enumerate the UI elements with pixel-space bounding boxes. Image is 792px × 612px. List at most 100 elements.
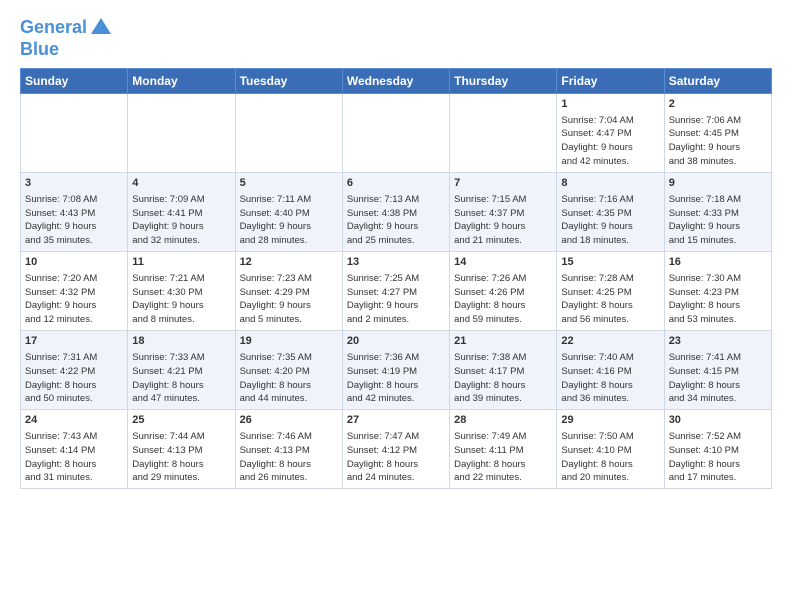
day-number: 27 bbox=[347, 413, 445, 428]
day-cell bbox=[450, 93, 557, 172]
day-info: Sunrise: 7:50 AM Sunset: 4:10 PM Dayligh… bbox=[561, 431, 633, 483]
day-info: Sunrise: 7:41 AM Sunset: 4:15 PM Dayligh… bbox=[669, 352, 741, 404]
day-number: 23 bbox=[669, 334, 767, 349]
day-number: 16 bbox=[669, 255, 767, 270]
day-cell: 28 Sunrise: 7:49 AM Sunset: 4:11 PM Dayli… bbox=[450, 410, 557, 489]
header: General Blue bbox=[20, 16, 772, 60]
day-cell bbox=[235, 93, 342, 172]
week-row-2: 3 Sunrise: 7:08 AM Sunset: 4:43 PM Daylig… bbox=[21, 172, 772, 251]
day-number: 15 bbox=[561, 255, 659, 270]
day-cell: 22 Sunrise: 7:40 AM Sunset: 4:16 PM Dayli… bbox=[557, 331, 664, 410]
day-number: 7 bbox=[454, 176, 552, 191]
day-info: Sunrise: 7:08 AM Sunset: 4:43 PM Dayligh… bbox=[25, 194, 97, 246]
day-cell: 20 Sunrise: 7:36 AM Sunset: 4:19 PM Dayli… bbox=[342, 331, 449, 410]
day-number: 17 bbox=[25, 334, 123, 349]
day-number: 10 bbox=[25, 255, 123, 270]
day-cell: 2 Sunrise: 7:06 AM Sunset: 4:45 PM Daylig… bbox=[664, 93, 771, 172]
day-number: 12 bbox=[240, 255, 338, 270]
day-info: Sunrise: 7:16 AM Sunset: 4:35 PM Dayligh… bbox=[561, 194, 633, 246]
day-cell: 5 Sunrise: 7:11 AM Sunset: 4:40 PM Daylig… bbox=[235, 172, 342, 251]
day-cell: 14Sunrise: 7:26 AM Sunset: 4:26 PM Dayli… bbox=[450, 251, 557, 330]
day-info: Sunrise: 7:21 AM Sunset: 4:30 PM Dayligh… bbox=[132, 273, 204, 325]
day-number: 30 bbox=[669, 413, 767, 428]
day-cell: 1 Sunrise: 7:04 AM Sunset: 4:47 PM Daylig… bbox=[557, 93, 664, 172]
col-header-friday: Friday bbox=[557, 68, 664, 93]
col-header-thursday: Thursday bbox=[450, 68, 557, 93]
day-cell: 11 Sunrise: 7:21 AM Sunset: 4:30 PM Dayli… bbox=[128, 251, 235, 330]
page: General Blue SundayMondayTuesdayWednesda… bbox=[0, 0, 792, 612]
day-number: 13 bbox=[347, 255, 445, 270]
day-cell: 26Sunrise: 7:46 AM Sunset: 4:13 PM Dayli… bbox=[235, 410, 342, 489]
day-cell: 13 Sunrise: 7:25 AM Sunset: 4:27 PM Dayli… bbox=[342, 251, 449, 330]
day-number: 29 bbox=[561, 413, 659, 428]
day-cell bbox=[128, 93, 235, 172]
day-cell bbox=[21, 93, 128, 172]
logo: General Blue bbox=[20, 16, 113, 60]
day-info: Sunrise: 7:06 AM Sunset: 4:45 PM Dayligh… bbox=[669, 115, 741, 167]
day-info: Sunrise: 7:26 AM Sunset: 4:26 PM Dayligh… bbox=[454, 273, 526, 325]
day-info: Sunrise: 7:23 AM Sunset: 4:29 PM Dayligh… bbox=[240, 273, 312, 325]
day-cell: 24 Sunrise: 7:43 AM Sunset: 4:14 PM Dayli… bbox=[21, 410, 128, 489]
day-number: 22 bbox=[561, 334, 659, 349]
day-info: Sunrise: 7:49 AM Sunset: 4:11 PM Dayligh… bbox=[454, 431, 526, 483]
day-number: 11 bbox=[132, 255, 230, 270]
day-info: Sunrise: 7:35 AM Sunset: 4:20 PM Dayligh… bbox=[240, 352, 312, 404]
day-cell: 4 Sunrise: 7:09 AM Sunset: 4:41 PM Daylig… bbox=[128, 172, 235, 251]
week-row-4: 17 Sunrise: 7:31 AM Sunset: 4:22 PM Dayli… bbox=[21, 331, 772, 410]
day-cell: 3 Sunrise: 7:08 AM Sunset: 4:43 PM Daylig… bbox=[21, 172, 128, 251]
week-row-1: 1 Sunrise: 7:04 AM Sunset: 4:47 PM Daylig… bbox=[21, 93, 772, 172]
col-header-monday: Monday bbox=[128, 68, 235, 93]
day-info: Sunrise: 7:40 AM Sunset: 4:16 PM Dayligh… bbox=[561, 352, 633, 404]
day-cell: 6 Sunrise: 7:13 AM Sunset: 4:38 PM Daylig… bbox=[342, 172, 449, 251]
day-cell: 27 Sunrise: 7:47 AM Sunset: 4:12 PM Dayli… bbox=[342, 410, 449, 489]
day-cell: 18 Sunrise: 7:33 AM Sunset: 4:21 PM Dayli… bbox=[128, 331, 235, 410]
day-info: Sunrise: 7:43 AM Sunset: 4:14 PM Dayligh… bbox=[25, 431, 97, 483]
day-cell bbox=[342, 93, 449, 172]
day-number: 18 bbox=[132, 334, 230, 349]
day-cell: 10 Sunrise: 7:20 AM Sunset: 4:32 PM Dayli… bbox=[21, 251, 128, 330]
day-cell: 8Sunrise: 7:16 AM Sunset: 4:35 PM Daylig… bbox=[557, 172, 664, 251]
day-number: 20 bbox=[347, 334, 445, 349]
day-info: Sunrise: 7:11 AM Sunset: 4:40 PM Dayligh… bbox=[240, 194, 312, 246]
day-info: Sunrise: 7:38 AM Sunset: 4:17 PM Dayligh… bbox=[454, 352, 526, 404]
day-info: Sunrise: 7:33 AM Sunset: 4:21 PM Dayligh… bbox=[132, 352, 204, 404]
day-cell: 17 Sunrise: 7:31 AM Sunset: 4:22 PM Dayli… bbox=[21, 331, 128, 410]
day-info: Sunrise: 7:15 AM Sunset: 4:37 PM Dayligh… bbox=[454, 194, 526, 246]
day-info: Sunrise: 7:31 AM Sunset: 4:22 PM Dayligh… bbox=[25, 352, 97, 404]
day-info: Sunrise: 7:09 AM Sunset: 4:41 PM Dayligh… bbox=[132, 194, 204, 246]
day-number: 6 bbox=[347, 176, 445, 191]
day-number: 28 bbox=[454, 413, 552, 428]
day-cell: 19 Sunrise: 7:35 AM Sunset: 4:20 PM Dayli… bbox=[235, 331, 342, 410]
week-row-3: 10 Sunrise: 7:20 AM Sunset: 4:32 PM Dayli… bbox=[21, 251, 772, 330]
day-info: Sunrise: 7:13 AM Sunset: 4:38 PM Dayligh… bbox=[347, 194, 419, 246]
day-info: Sunrise: 7:18 AM Sunset: 4:33 PM Dayligh… bbox=[669, 194, 741, 246]
day-number: 3 bbox=[25, 176, 123, 191]
day-cell: 21Sunrise: 7:38 AM Sunset: 4:17 PM Dayli… bbox=[450, 331, 557, 410]
col-header-sunday: Sunday bbox=[21, 68, 128, 93]
day-cell: 16Sunrise: 7:30 AM Sunset: 4:23 PM Dayli… bbox=[664, 251, 771, 330]
day-info: Sunrise: 7:04 AM Sunset: 4:47 PM Dayligh… bbox=[561, 115, 633, 167]
day-info: Sunrise: 7:46 AM Sunset: 4:13 PM Dayligh… bbox=[240, 431, 312, 483]
logo-icon bbox=[89, 16, 113, 40]
day-number: 5 bbox=[240, 176, 338, 191]
week-row-5: 24 Sunrise: 7:43 AM Sunset: 4:14 PM Dayli… bbox=[21, 410, 772, 489]
day-number: 9 bbox=[669, 176, 767, 191]
day-info: Sunrise: 7:47 AM Sunset: 4:12 PM Dayligh… bbox=[347, 431, 419, 483]
day-info: Sunrise: 7:36 AM Sunset: 4:19 PM Dayligh… bbox=[347, 352, 419, 404]
logo-text: General bbox=[20, 18, 87, 38]
calendar-table: SundayMondayTuesdayWednesdayThursdayFrid… bbox=[20, 68, 772, 489]
day-info: Sunrise: 7:28 AM Sunset: 4:25 PM Dayligh… bbox=[561, 273, 633, 325]
day-info: Sunrise: 7:25 AM Sunset: 4:27 PM Dayligh… bbox=[347, 273, 419, 325]
day-cell: 23 Sunrise: 7:41 AM Sunset: 4:15 PM Dayli… bbox=[664, 331, 771, 410]
header-row: SundayMondayTuesdayWednesdayThursdayFrid… bbox=[21, 68, 772, 93]
day-number: 2 bbox=[669, 97, 767, 112]
day-number: 4 bbox=[132, 176, 230, 191]
day-cell: 29 Sunrise: 7:50 AM Sunset: 4:10 PM Dayli… bbox=[557, 410, 664, 489]
day-number: 24 bbox=[25, 413, 123, 428]
day-info: Sunrise: 7:20 AM Sunset: 4:32 PM Dayligh… bbox=[25, 273, 97, 325]
col-header-wednesday: Wednesday bbox=[342, 68, 449, 93]
day-number: 19 bbox=[240, 334, 338, 349]
day-cell: 12 Sunrise: 7:23 AM Sunset: 4:29 PM Dayli… bbox=[235, 251, 342, 330]
day-number: 1 bbox=[561, 97, 659, 112]
day-cell: 7 Sunrise: 7:15 AM Sunset: 4:37 PM Daylig… bbox=[450, 172, 557, 251]
